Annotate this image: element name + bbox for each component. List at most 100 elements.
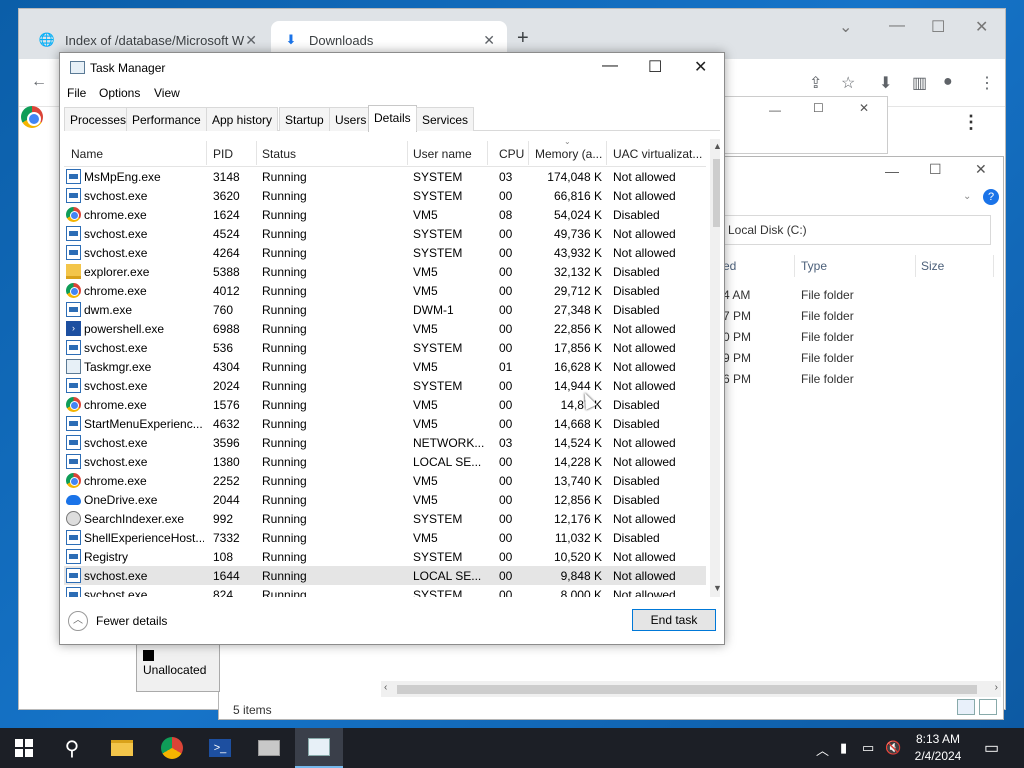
column-size-header[interactable]: Size — [921, 259, 944, 273]
tiles-view-icon[interactable] — [979, 699, 997, 715]
close-icon[interactable]: ✕ — [975, 17, 988, 37]
table-row[interactable]: svchost.exe 1380 Running LOCAL SE... 00 14,22… — [64, 452, 706, 471]
tab-startup[interactable]: Startup — [279, 107, 330, 131]
maximize-icon[interactable]: ☐ — [929, 161, 942, 178]
table-row[interactable]: OneDrive.exe 2044 Running VM5 00 12,856 K Disa… — [64, 490, 706, 509]
minimize-icon[interactable]: — — [889, 17, 905, 35]
vertical-scrollbar[interactable]: ▲ ▼ — [710, 139, 720, 597]
chevron-down-icon[interactable]: ⌄ — [839, 17, 852, 37]
column-pid-header[interactable]: PID — [213, 147, 233, 161]
minimize-icon[interactable]: — — [602, 57, 618, 75]
scroll-left-icon[interactable]: ‹ — [384, 682, 387, 693]
menu-file[interactable]: File — [67, 86, 86, 100]
column-separator[interactable] — [407, 141, 408, 165]
tab-performance[interactable]: Performance — [126, 107, 207, 131]
download-icon[interactable]: ⬇ — [879, 73, 892, 93]
scroll-right-icon[interactable]: › — [995, 682, 998, 693]
table-row[interactable]: StartMenuExperienc... 4632 Running VM5 00 14,… — [64, 414, 706, 433]
minimize-icon[interactable]: — — [769, 103, 781, 117]
table-row[interactable]: svchost.exe 4264 Running SYSTEM 00 43,932 K No… — [64, 243, 706, 262]
title-bar[interactable]: Task Manager — ☐ ✕ — [60, 53, 724, 83]
network-icon[interactable]: ▭ — [862, 740, 874, 756]
powershell-taskbar-icon[interactable]: >_ — [196, 728, 244, 768]
file-explorer-taskbar-icon[interactable] — [98, 728, 146, 768]
share-icon[interactable]: ⇪ — [809, 73, 822, 93]
more-options-icon[interactable]: ⋮ — [962, 112, 980, 133]
menu-options[interactable]: Options — [99, 86, 140, 100]
minimize-icon[interactable]: — — [885, 163, 899, 179]
menu-view[interactable]: View — [154, 86, 180, 100]
chevron-down-icon[interactable]: ⌄ — [963, 191, 971, 202]
table-row[interactable]: chrome.exe 2252 Running VM5 00 13,740 K Disabl… — [64, 471, 706, 490]
table-row[interactable]: ShellExperienceHost.... 7332 Running VM5 00 1… — [64, 528, 706, 547]
start-button[interactable] — [0, 728, 48, 768]
table-row[interactable]: svchost.exe 3596 Running NETWORK... 03 14,524… — [64, 433, 706, 452]
horizontal-scrollbar[interactable]: ‹ › — [381, 681, 1001, 697]
column-date-header[interactable]: ed — [723, 259, 736, 273]
column-type-header[interactable]: Type — [801, 259, 827, 273]
scrollbar-thumb[interactable] — [397, 685, 977, 694]
table-row[interactable]: svchost.exe 1644 Running LOCAL SE... 00 9,848… — [64, 566, 706, 585]
table-row[interactable]: chrome.exe 1576 Running VM5 00 14,87 K Disable… — [64, 395, 706, 414]
volume-muted-icon[interactable]: 🔇 — [885, 740, 901, 756]
details-view-icon[interactable] — [957, 699, 975, 715]
table-row[interactable]: svchost.exe 4524 Running SYSTEM 00 49,736 K No… — [64, 224, 706, 243]
tab-processes[interactable]: Processes — [64, 107, 133, 131]
search-icon[interactable]: ⚲ — [48, 728, 96, 768]
column-separator[interactable] — [206, 141, 207, 165]
tab-app-history[interactable]: App history — [206, 107, 279, 131]
tab-details[interactable]: Details — [368, 105, 417, 132]
task-manager-taskbar-icon[interactable] — [295, 728, 343, 768]
table-row[interactable]: Registry 108 Running SYSTEM 00 10,520 K Not al… — [64, 547, 706, 566]
table-row[interactable]: › powershell.exe 6988 Running VM5 00 22,856 K N… — [64, 319, 706, 338]
column-separator[interactable] — [606, 141, 607, 165]
column-status-header[interactable]: Status — [262, 147, 296, 161]
table-row[interactable]: svchost.exe 3620 Running SYSTEM 00 66,816 K No… — [64, 186, 706, 205]
table-row[interactable]: SearchIndexer.exe 992 Running SYSTEM 00 12,17… — [64, 509, 706, 528]
end-task-button[interactable]: End task — [632, 609, 716, 631]
table-row[interactable]: svchost.exe 2024 Running SYSTEM 00 14,944 K No… — [64, 376, 706, 395]
help-icon[interactable]: ? — [983, 189, 999, 205]
menu-icon[interactable]: ⋮ — [979, 73, 995, 93]
table-row[interactable]: MsMpEng.exe 3148 Running SYSTEM 03 174,048 K N… — [64, 167, 706, 186]
clock[interactable]: 8:13 AM 2/4/2024 — [906, 731, 970, 765]
close-icon[interactable]: ✕ — [859, 101, 869, 115]
table-row[interactable]: svchost.exe 536 Running SYSTEM 00 17,856 K Not… — [64, 338, 706, 357]
notifications-icon[interactable]: ▭ — [984, 738, 999, 758]
address-bar[interactable]: Local Disk (C:) — [719, 215, 991, 245]
app-taskbar-icon[interactable] — [245, 728, 293, 768]
profile-icon[interactable]: ● — [943, 73, 953, 91]
close-icon[interactable]: ✕ — [975, 161, 987, 178]
maximize-icon[interactable]: ☐ — [813, 101, 824, 115]
column-user-header[interactable]: User name — [413, 147, 472, 161]
close-icon[interactable]: ✕ — [694, 57, 707, 77]
back-icon[interactable]: ← — [31, 73, 47, 91]
table-row[interactable]: svchost.exe 824 Running SYSTEM 00 8,000 K Not … — [64, 585, 706, 597]
tab-services[interactable]: Services — [416, 107, 475, 131]
chevron-up-icon[interactable]: ︿ — [816, 740, 829, 759]
chrome-taskbar-icon[interactable] — [148, 728, 196, 768]
battery-icon[interactable]: ▮ — [840, 740, 847, 756]
star-icon[interactable]: ☆ — [841, 73, 855, 93]
table-row[interactable]: chrome.exe 1624 Running VM5 08 54,024 K Disabl… — [64, 205, 706, 224]
table-row[interactable]: Taskmgr.exe 4304 Running VM5 01 16,628 K Not a… — [64, 357, 706, 376]
scroll-up-icon[interactable]: ▲ — [713, 141, 720, 151]
tab-users[interactable]: Users — [329, 107, 373, 131]
scroll-down-icon[interactable]: ▼ — [713, 583, 720, 593]
maximize-icon[interactable]: ☐ — [931, 17, 945, 37]
table-row[interactable]: chrome.exe 4012 Running VM5 00 29,712 K Disabl… — [64, 281, 706, 300]
scrollbar-thumb[interactable] — [713, 159, 720, 227]
table-row[interactable]: dwm.exe 760 Running DWM-1 00 27,348 K Disabled — [64, 300, 706, 319]
column-memory-header[interactable]: Memory (a... — [535, 147, 602, 161]
column-separator[interactable] — [528, 141, 529, 165]
column-cpu-header[interactable]: CPU — [499, 147, 524, 161]
column-uac-header[interactable]: UAC virtualizat... — [613, 147, 702, 161]
close-tab-icon[interactable]: ✕ — [483, 32, 495, 49]
column-separator[interactable] — [256, 141, 257, 165]
table-row[interactable]: explorer.exe 5388 Running VM5 00 32,132 K Disa… — [64, 262, 706, 281]
side-panel-icon[interactable]: ▥ — [912, 73, 927, 93]
maximize-icon[interactable]: ☐ — [648, 57, 662, 77]
close-tab-icon[interactable]: ✕ — [245, 32, 257, 49]
fewer-details-button[interactable]: ︿ Fewer details — [68, 611, 167, 631]
column-name-header[interactable]: Name — [71, 147, 103, 161]
